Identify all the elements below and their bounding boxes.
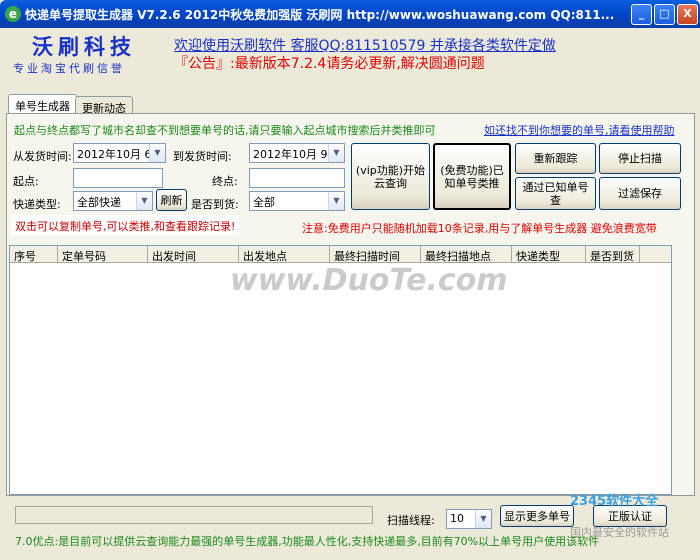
close-button[interactable]: X	[677, 4, 698, 25]
tab-updates[interactable]: 更新动态	[75, 96, 133, 115]
announcement: 『公告』:最新版本7.2.4请务必更新,解决圆通问题	[174, 56, 485, 72]
origin-label: 起点:	[13, 175, 39, 188]
free-lookup-button[interactable]: (免费功能)已知单号类推	[433, 143, 511, 210]
chevron-down-icon: ▼	[136, 192, 152, 210]
copy-tip: 双击可以复制单号,可以类推,和查看跟踪记录!	[11, 215, 240, 235]
col-arrived[interactable]: 是否到货	[586, 246, 640, 263]
destination-label: 终点:	[212, 175, 238, 188]
col-index[interactable]: 序号	[10, 246, 58, 263]
threads-select[interactable]: 10 ▼	[446, 509, 492, 529]
from-date-label: 从发货时间:	[13, 150, 72, 163]
site-badge-sub: 国内最安全的软件站	[570, 526, 669, 539]
welcome-link[interactable]: 欢迎使用沃刷软件 客服QQ:811510579 并承接各类软件定做	[174, 35, 556, 55]
brand-logo: 沃刷科技	[32, 34, 136, 59]
progress-bar	[15, 506, 373, 524]
watermark: www.DuoTe.com	[230, 263, 508, 298]
courier-value: 全部快递	[77, 196, 121, 209]
chevron-down-icon: ▼	[475, 510, 491, 528]
filter-save-button[interactable]: 过滤保存	[599, 177, 681, 210]
col-order-number[interactable]: 定单号码	[58, 246, 148, 263]
threads-label: 扫描线程:	[387, 514, 435, 527]
table-header: 序号 定单号码 出发时间 出发地点 最终扫描时间 最终扫描地点 快递类型 是否到…	[10, 246, 671, 263]
to-date-picker[interactable]: 2012年10月 9日, ▼	[249, 143, 345, 163]
title-bar: e 快递单号提取生成器 V7.2.6 2012中秋免费加强版 沃刷网 http:…	[0, 0, 700, 28]
site-badge: 2345软件大全	[570, 494, 659, 509]
to-date-label: 到发货时间:	[173, 150, 232, 163]
from-date-picker[interactable]: 2012年10月 6日 ▼	[73, 143, 166, 163]
help-link[interactable]: 如还找不到你想要的单号,请看使用帮助	[484, 122, 675, 138]
arrived-select[interactable]: 全部 ▼	[249, 191, 345, 211]
courier-label: 快递类型:	[13, 198, 61, 211]
search-hint: 起点与终点都写了城市名却查不到想要单号的话,请只要输入起点城市搜索后并类推即可	[14, 124, 436, 137]
col-last-scan-time[interactable]: 最终扫描时间	[330, 246, 421, 263]
stop-scan-button[interactable]: 停止扫描	[599, 143, 681, 174]
col-last-scan-place[interactable]: 最终扫描地点	[421, 246, 512, 263]
maximize-button[interactable]: □	[654, 4, 675, 25]
destination-input[interactable]	[249, 168, 345, 188]
refresh-button[interactable]: 刷新	[156, 189, 187, 211]
app-icon: e	[5, 6, 21, 22]
col-departure-time[interactable]: 出发时间	[148, 246, 239, 263]
arrived-label: 是否到货:	[191, 198, 239, 211]
origin-input[interactable]	[73, 168, 163, 188]
retrack-button[interactable]: 重新跟踪	[515, 143, 596, 174]
arrived-value: 全部	[253, 196, 275, 209]
chevron-down-icon: ▼	[328, 192, 344, 210]
free-user-note: 注意:免费用户只能随机加载10条记录,用与了解单号生成器 避免浪费宽带	[302, 222, 657, 235]
threads-value: 10	[450, 512, 464, 525]
col-courier-type[interactable]: 快递类型	[512, 246, 586, 263]
courier-select[interactable]: 全部快递 ▼	[73, 191, 153, 211]
col-departure-place[interactable]: 出发地点	[239, 246, 330, 263]
tab-generator[interactable]: 单号生成器	[8, 94, 77, 114]
brand-tagline: 专业淘宝代刷信誉	[13, 62, 125, 75]
chevron-down-icon: ▼	[328, 144, 344, 162]
chevron-down-icon: ▼	[149, 144, 165, 162]
window-title: 快递单号提取生成器 V7.2.6 2012中秋免费加强版 沃刷网 http://…	[25, 8, 615, 22]
known-number-query-button[interactable]: 通过已知单号查	[515, 177, 596, 210]
show-more-button[interactable]: 显示更多单号	[500, 505, 574, 527]
vip-cloud-query-button[interactable]: (vip功能)开始云查询	[351, 143, 430, 210]
minimize-button[interactable]: _	[631, 4, 652, 25]
footer-text: 7.0优点:是目前可以提供云查询能力最强的单号生成器,功能最人性化,支持快递最多…	[15, 535, 600, 548]
